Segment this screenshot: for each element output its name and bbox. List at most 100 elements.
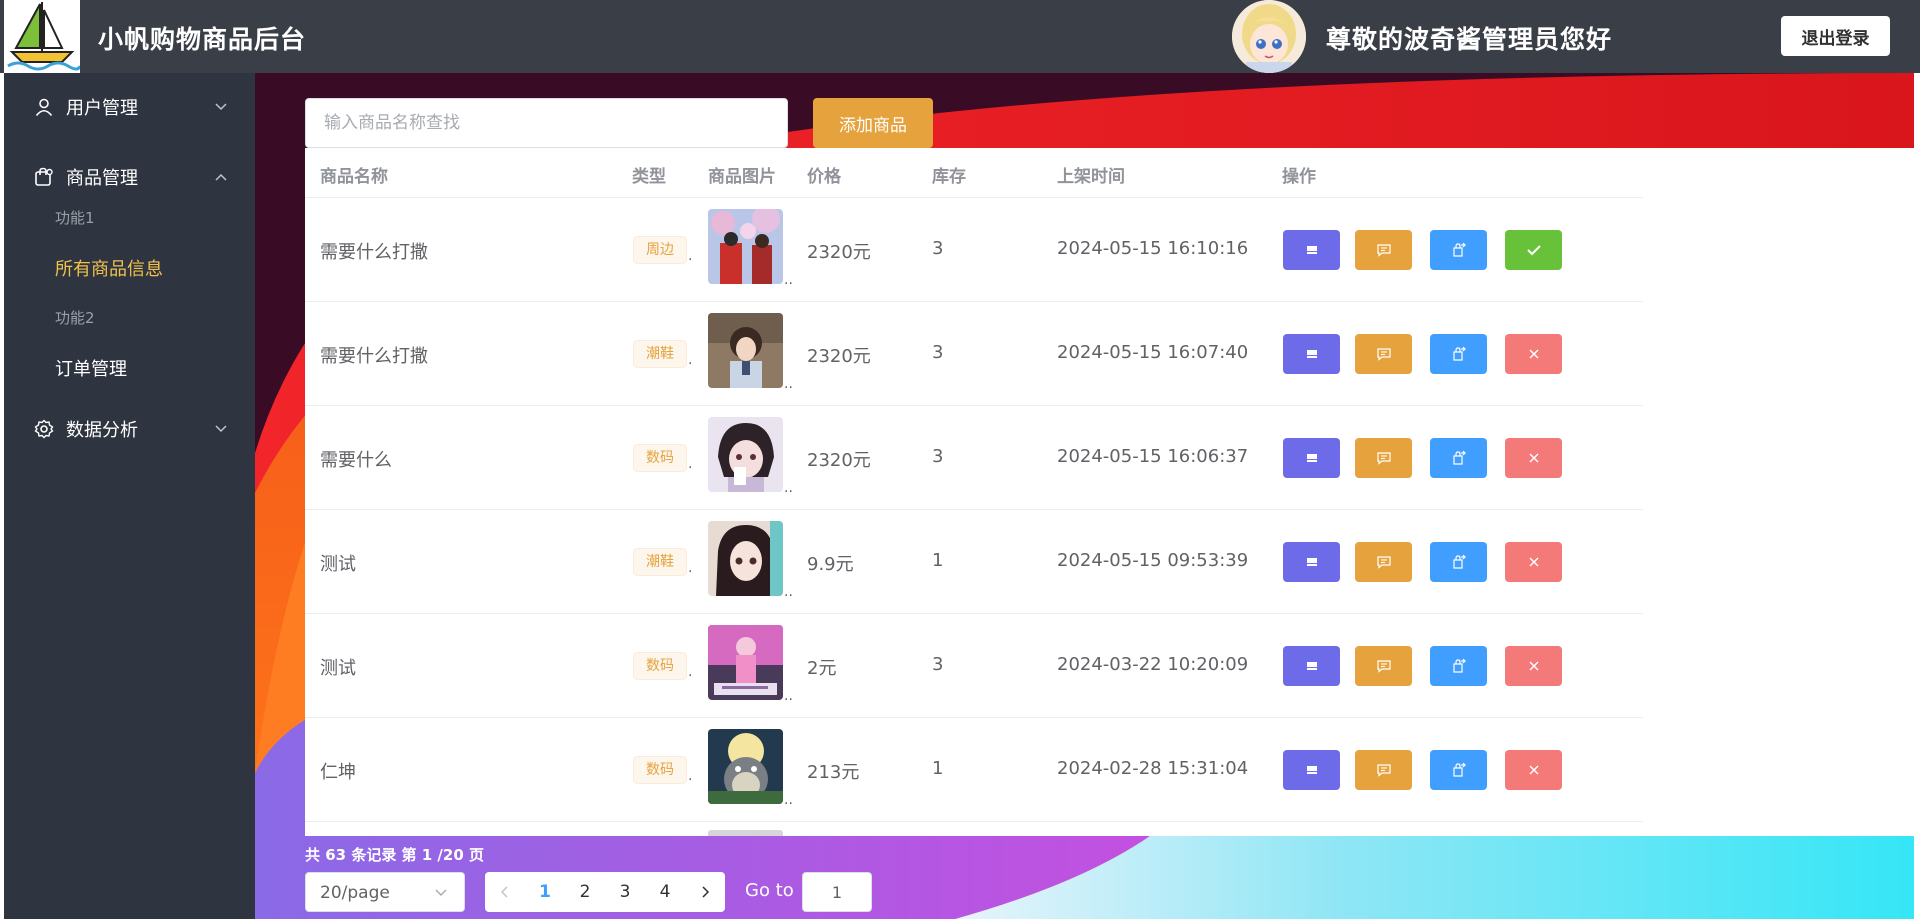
chat-icon	[1376, 452, 1391, 465]
stock-cell: 1	[932, 550, 944, 571]
product-name: 测试	[320, 554, 356, 575]
shop-icon	[1306, 662, 1317, 670]
pagination-summary: 共 63 条记录 第 1 /20 页	[305, 846, 484, 864]
shop-button[interactable]	[1283, 750, 1340, 790]
chat-icon	[1376, 244, 1391, 257]
shop-button[interactable]	[1283, 542, 1340, 582]
status-toggle-button[interactable]	[1505, 646, 1562, 686]
page-size-value: 20/page	[320, 883, 390, 903]
next-page-button[interactable]	[685, 872, 725, 912]
submenu-order-management[interactable]: 订单管理	[4, 341, 255, 389]
menu-user-management[interactable]: 用户管理	[4, 79, 255, 135]
page-button[interactable]: 3	[605, 872, 645, 912]
admin-avatar	[1232, 0, 1306, 73]
product-image[interactable]	[708, 625, 783, 700]
page-size-select[interactable]: 20/page	[305, 872, 465, 912]
product-name: 仁坤	[320, 762, 356, 783]
share-button[interactable]	[1430, 646, 1487, 686]
product-image[interactable]	[708, 521, 783, 596]
chevron-down-icon	[435, 889, 447, 897]
prev-page-button[interactable]	[485, 872, 525, 912]
sailboat-logo	[4, 0, 80, 73]
image-ellipsis: ..	[784, 376, 793, 392]
menu-data-analysis[interactable]: 数据分析	[4, 401, 255, 457]
shop-button[interactable]	[1283, 230, 1340, 270]
gear-icon	[34, 419, 54, 439]
close-icon	[1528, 453, 1539, 463]
page-button[interactable]: 1	[525, 872, 565, 912]
chevron-down-icon	[215, 103, 227, 111]
page-button[interactable]: 4	[645, 872, 685, 912]
image-ellipsis: ..	[784, 584, 793, 600]
right-edge	[1914, 73, 1920, 919]
shop-button[interactable]	[1283, 334, 1340, 374]
next-row-image-peek	[708, 830, 783, 836]
share-button[interactable]	[1430, 750, 1487, 790]
share-button[interactable]	[1430, 438, 1487, 478]
page-button[interactable]: 2	[565, 872, 605, 912]
shop-icon	[1306, 558, 1317, 566]
comment-button[interactable]	[1355, 750, 1412, 790]
product-image[interactable]	[708, 417, 783, 492]
status-toggle-button[interactable]	[1505, 542, 1562, 582]
product-name: 需要什么	[320, 450, 392, 471]
add-product-button[interactable]: 添加商品	[813, 98, 933, 148]
submenu-label: 所有商品信息	[55, 259, 163, 280]
submenu-feature-1[interactable]: 功能1	[4, 193, 255, 241]
comment-button[interactable]	[1355, 542, 1412, 582]
close-icon	[1528, 765, 1539, 775]
check-icon	[1526, 245, 1541, 256]
image-ellipsis: ..	[784, 480, 793, 496]
admin-greeting: 尊敬的波奇酱管理员您好	[1326, 25, 1613, 54]
price-cell: 2320元	[807, 242, 871, 263]
listing-time-cell: 2024-03-22 10:20:09	[1057, 654, 1249, 675]
share-bag-icon	[1452, 554, 1466, 569]
share-button[interactable]	[1430, 542, 1487, 582]
shop-button[interactable]	[1283, 646, 1340, 686]
column-header: 价格	[807, 167, 841, 187]
share-button[interactable]	[1430, 334, 1487, 374]
submenu-feature-2[interactable]: 功能2	[4, 293, 255, 341]
status-toggle-button[interactable]	[1505, 334, 1562, 374]
sidebar: 用户管理 商品管理 功能1 所有商品信息 功能2 订单管理 数据分析	[4, 73, 255, 919]
product-image[interactable]	[708, 729, 783, 804]
table-row: 需要什么打撒 潮鞋 . .. 2320元 3 2024-05-15 16:07:…	[305, 302, 1643, 406]
submenu-all-products[interactable]: 所有商品信息	[4, 241, 255, 289]
type-ellipsis: .	[688, 768, 693, 784]
comment-button[interactable]	[1355, 646, 1412, 686]
search-input[interactable]	[305, 98, 788, 148]
goto-page-input[interactable]	[802, 872, 872, 912]
table-row: 测试 潮鞋 . .. 9.9元 1 2024-05-15 09:53:39	[305, 510, 1643, 614]
products-table: 商品名称 类型 商品图片 价格 库存 上架时间 操作 需要什么打撒 周边 . .…	[305, 148, 1915, 836]
product-image[interactable]	[708, 209, 783, 284]
user-icon	[35, 98, 53, 117]
status-toggle-button[interactable]	[1505, 750, 1562, 790]
status-toggle-button[interactable]	[1505, 230, 1562, 270]
table-row: 需要什么打撒 周边 . .. 2320元 3 2024-05-15 16:10:…	[305, 198, 1643, 302]
product-image[interactable]	[708, 313, 783, 388]
table-row: 测试 数码 . .. 2元 3 2024-03-22 10:20:09	[305, 614, 1643, 718]
comment-button[interactable]	[1355, 438, 1412, 478]
type-tag: 数码	[633, 756, 687, 784]
image-ellipsis: ..	[784, 688, 793, 704]
app-title: 小帆购物商品后台	[98, 25, 307, 54]
price-cell: 2320元	[807, 450, 871, 471]
shop-icon	[1306, 766, 1317, 774]
type-ellipsis: .	[688, 248, 693, 264]
shop-icon	[1306, 350, 1317, 358]
status-toggle-button[interactable]	[1505, 438, 1562, 478]
close-icon	[1528, 557, 1539, 567]
comment-button[interactable]	[1355, 230, 1412, 270]
price-cell: 213元	[807, 762, 860, 783]
product-name: 需要什么打撒	[320, 242, 428, 263]
share-button[interactable]	[1430, 230, 1487, 270]
listing-time-cell: 2024-05-15 16:07:40	[1057, 342, 1249, 363]
column-header: 商品图片	[708, 167, 776, 187]
chevron-left-icon	[500, 886, 508, 898]
type-ellipsis: .	[688, 560, 693, 576]
menu-label: 用户管理	[66, 98, 138, 119]
shop-button[interactable]	[1283, 438, 1340, 478]
column-header: 操作	[1282, 167, 1316, 187]
comment-button[interactable]	[1355, 334, 1412, 374]
logout-button[interactable]: 退出登录	[1781, 16, 1890, 56]
